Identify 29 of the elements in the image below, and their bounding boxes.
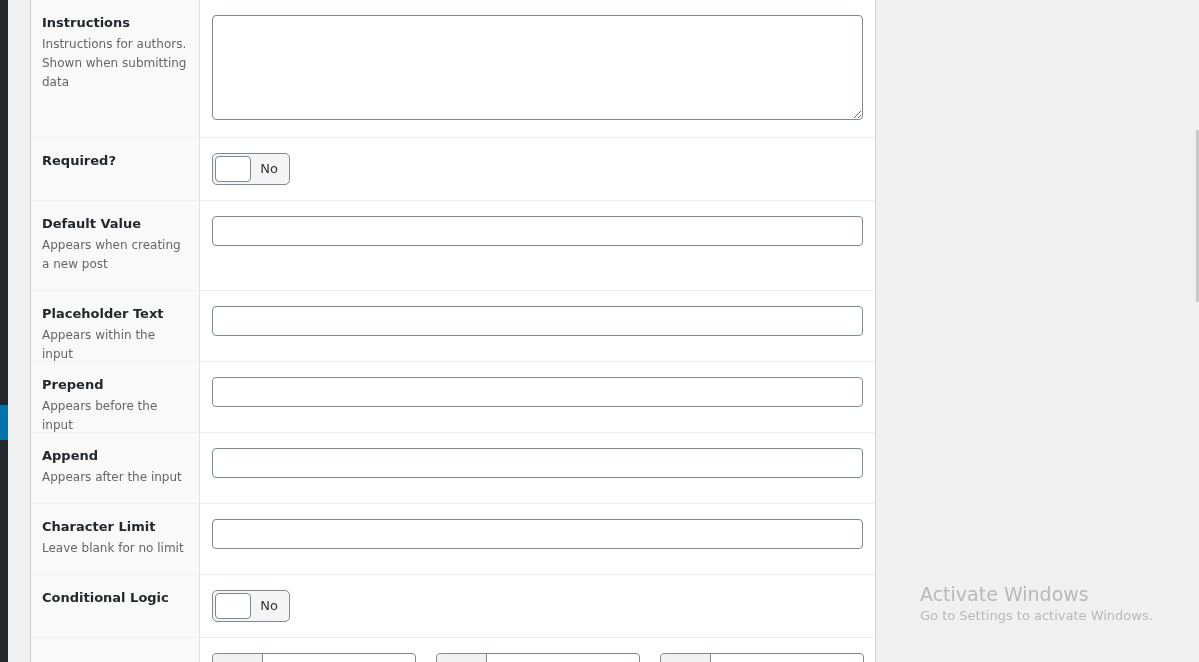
text-input[interactable]	[212, 519, 863, 549]
toggle-knob	[215, 156, 251, 182]
field-label: Append	[42, 447, 100, 465]
toggle-state: No	[259, 160, 279, 179]
text-input[interactable]	[212, 216, 863, 246]
field-label: Instructions	[42, 14, 131, 32]
field-label: Default Value	[42, 215, 143, 233]
activation-title: Activate Windows	[920, 582, 1090, 606]
text-input[interactable]	[212, 448, 863, 478]
field-label: Prepend	[42, 376, 105, 394]
field-label: Placeholder Text	[42, 305, 165, 323]
toggle-knob	[215, 593, 251, 619]
active-menu-marker	[0, 405, 8, 440]
field-description: Appears within the input	[42, 327, 157, 363]
field-description: Appears before the input	[42, 398, 159, 434]
field-label: Required?	[42, 152, 117, 170]
text-input[interactable]	[212, 306, 863, 336]
field-description: Leave blank for no limit	[42, 540, 185, 557]
toggle-switch[interactable]: No	[212, 590, 290, 622]
field-label: Character Limit	[42, 518, 157, 536]
field-description: Appears after the input	[42, 469, 183, 486]
instructions-textarea[interactable]	[212, 15, 863, 120]
field-description: Instructions for authors. Shown when submitting data	[42, 36, 188, 91]
field-label: Conditional Logic	[42, 589, 170, 607]
text-input[interactable]	[212, 377, 863, 407]
toggle-switch[interactable]: No	[212, 153, 290, 185]
field-description: Appears when creating a new post	[42, 237, 182, 273]
activation-message: Go to Settings to activate Windows.	[920, 607, 1154, 625]
toggle-state: No	[259, 597, 279, 616]
